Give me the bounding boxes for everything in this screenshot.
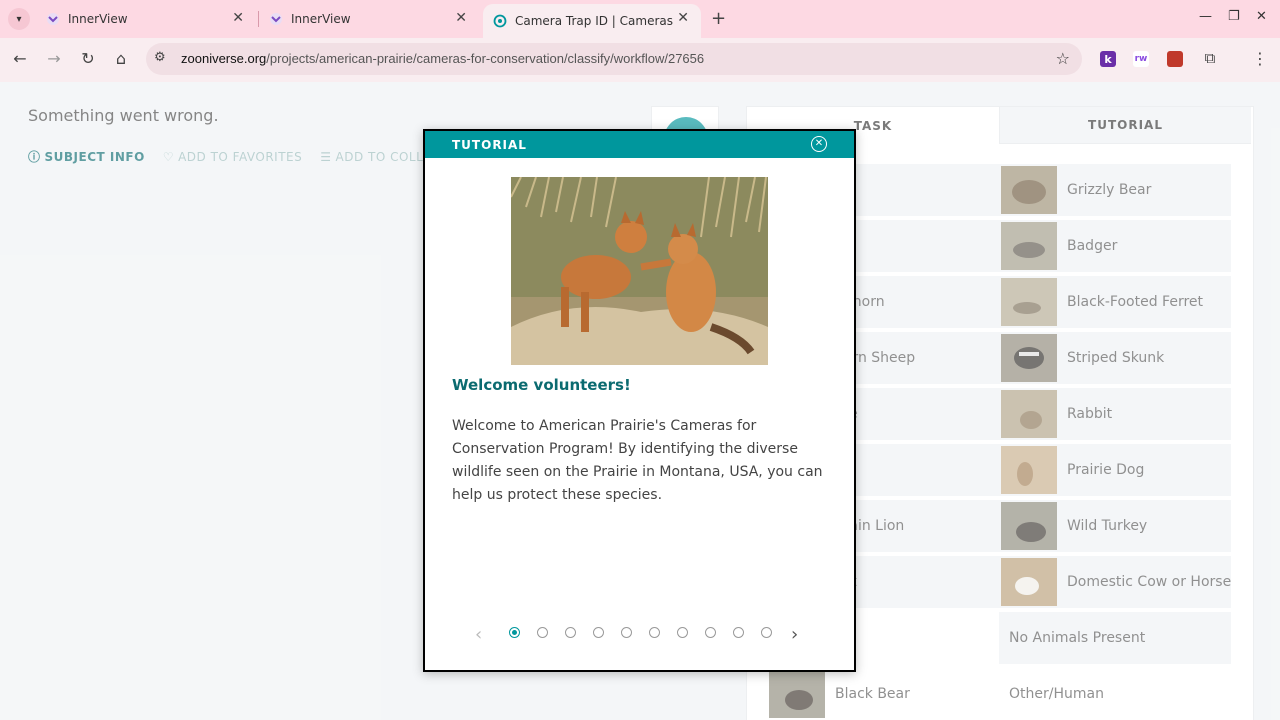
tab-innerview-1[interactable]: InnerView ✕ [36,0,256,38]
tab-innerview-2[interactable]: InnerView ✕ [259,0,479,38]
browser-tab-bar: ▾ InnerView ✕ InnerView ✕ Camera Trap ID… [0,0,1280,38]
step-dot-6[interactable] [649,627,660,638]
tab-title: InnerView [68,12,128,26]
back-arrow-icon[interactable]: ← [9,49,31,68]
k-extension-icon[interactable]: k [1100,51,1116,67]
menu-kebab-icon[interactable]: ⋮ [1249,49,1271,68]
step-dot-8[interactable] [705,627,716,638]
extensions-puzzle-icon[interactable]: ⧉ [1199,49,1221,67]
next-step-chevron-icon[interactable]: › [791,624,798,645]
modal-header-title: TUTORIAL [452,138,527,152]
tutorial-pager: ‹ › [475,624,805,645]
close-modal-icon[interactable]: ✕ [811,136,827,152]
step-dot-4[interactable] [593,627,604,638]
close-window-icon[interactable]: ✕ [1256,9,1267,24]
home-icon[interactable]: ⌂ [110,49,132,68]
tab-camera-trap-id[interactable]: Camera Trap ID | Cameras for C ✕ [483,4,701,38]
book-extension-icon[interactable] [1167,51,1183,67]
tab-search-button[interactable]: ▾ [8,8,30,30]
innerview-favicon-icon [46,12,60,26]
step-dot-3[interactable] [565,627,576,638]
site-settings-icon[interactable]: ⚙ [154,50,166,65]
tutorial-modal: TUTORIAL ✕ Welcome volunteers! Welcome t… [423,129,856,672]
restore-window-icon[interactable]: ❐ [1228,9,1240,24]
step-dot-10[interactable] [761,627,772,638]
bookmark-star-icon[interactable]: ☆ [1056,49,1070,68]
new-tab-icon[interactable]: + [711,8,726,29]
tutorial-title: Welcome volunteers! [452,376,631,394]
zooniverse-favicon-icon [493,14,507,28]
step-dot-9[interactable] [733,627,744,638]
minimize-window-icon[interactable]: — [1199,9,1212,24]
close-tab-icon[interactable]: ✕ [677,10,689,26]
fox-kits-photo [511,177,768,365]
previous-step-chevron-icon[interactable]: ‹ [475,624,482,645]
modal-header: TUTORIAL ✕ [425,131,854,158]
step-dot-1[interactable] [509,627,520,638]
tutorial-body-text: Welcome to American Prairie's Cameras fo… [452,418,823,503]
step-dot-7[interactable] [677,627,688,638]
url-text[interactable]: zooniverse.org/projects/american-prairie… [181,51,704,66]
forward-arrow-icon[interactable]: → [43,49,65,68]
innerview-favicon-icon [269,12,283,26]
tab-title: InnerView [291,12,351,26]
step-dot-2[interactable] [537,627,548,638]
step-dot-5[interactable] [621,627,632,638]
rw-extension-icon[interactable]: rw [1133,51,1149,67]
tab-title: Camera Trap ID | Cameras for C [515,14,675,28]
browser-toolbar: ← → ↻ ⌂ ⚙ zooniverse.org/projects/americ… [0,38,1280,82]
address-bar[interactable]: ⚙ zooniverse.org/projects/american-prair… [146,43,1082,75]
close-tab-icon[interactable]: ✕ [232,10,244,26]
reload-icon[interactable]: ↻ [77,49,99,68]
close-tab-icon[interactable]: ✕ [455,10,467,26]
